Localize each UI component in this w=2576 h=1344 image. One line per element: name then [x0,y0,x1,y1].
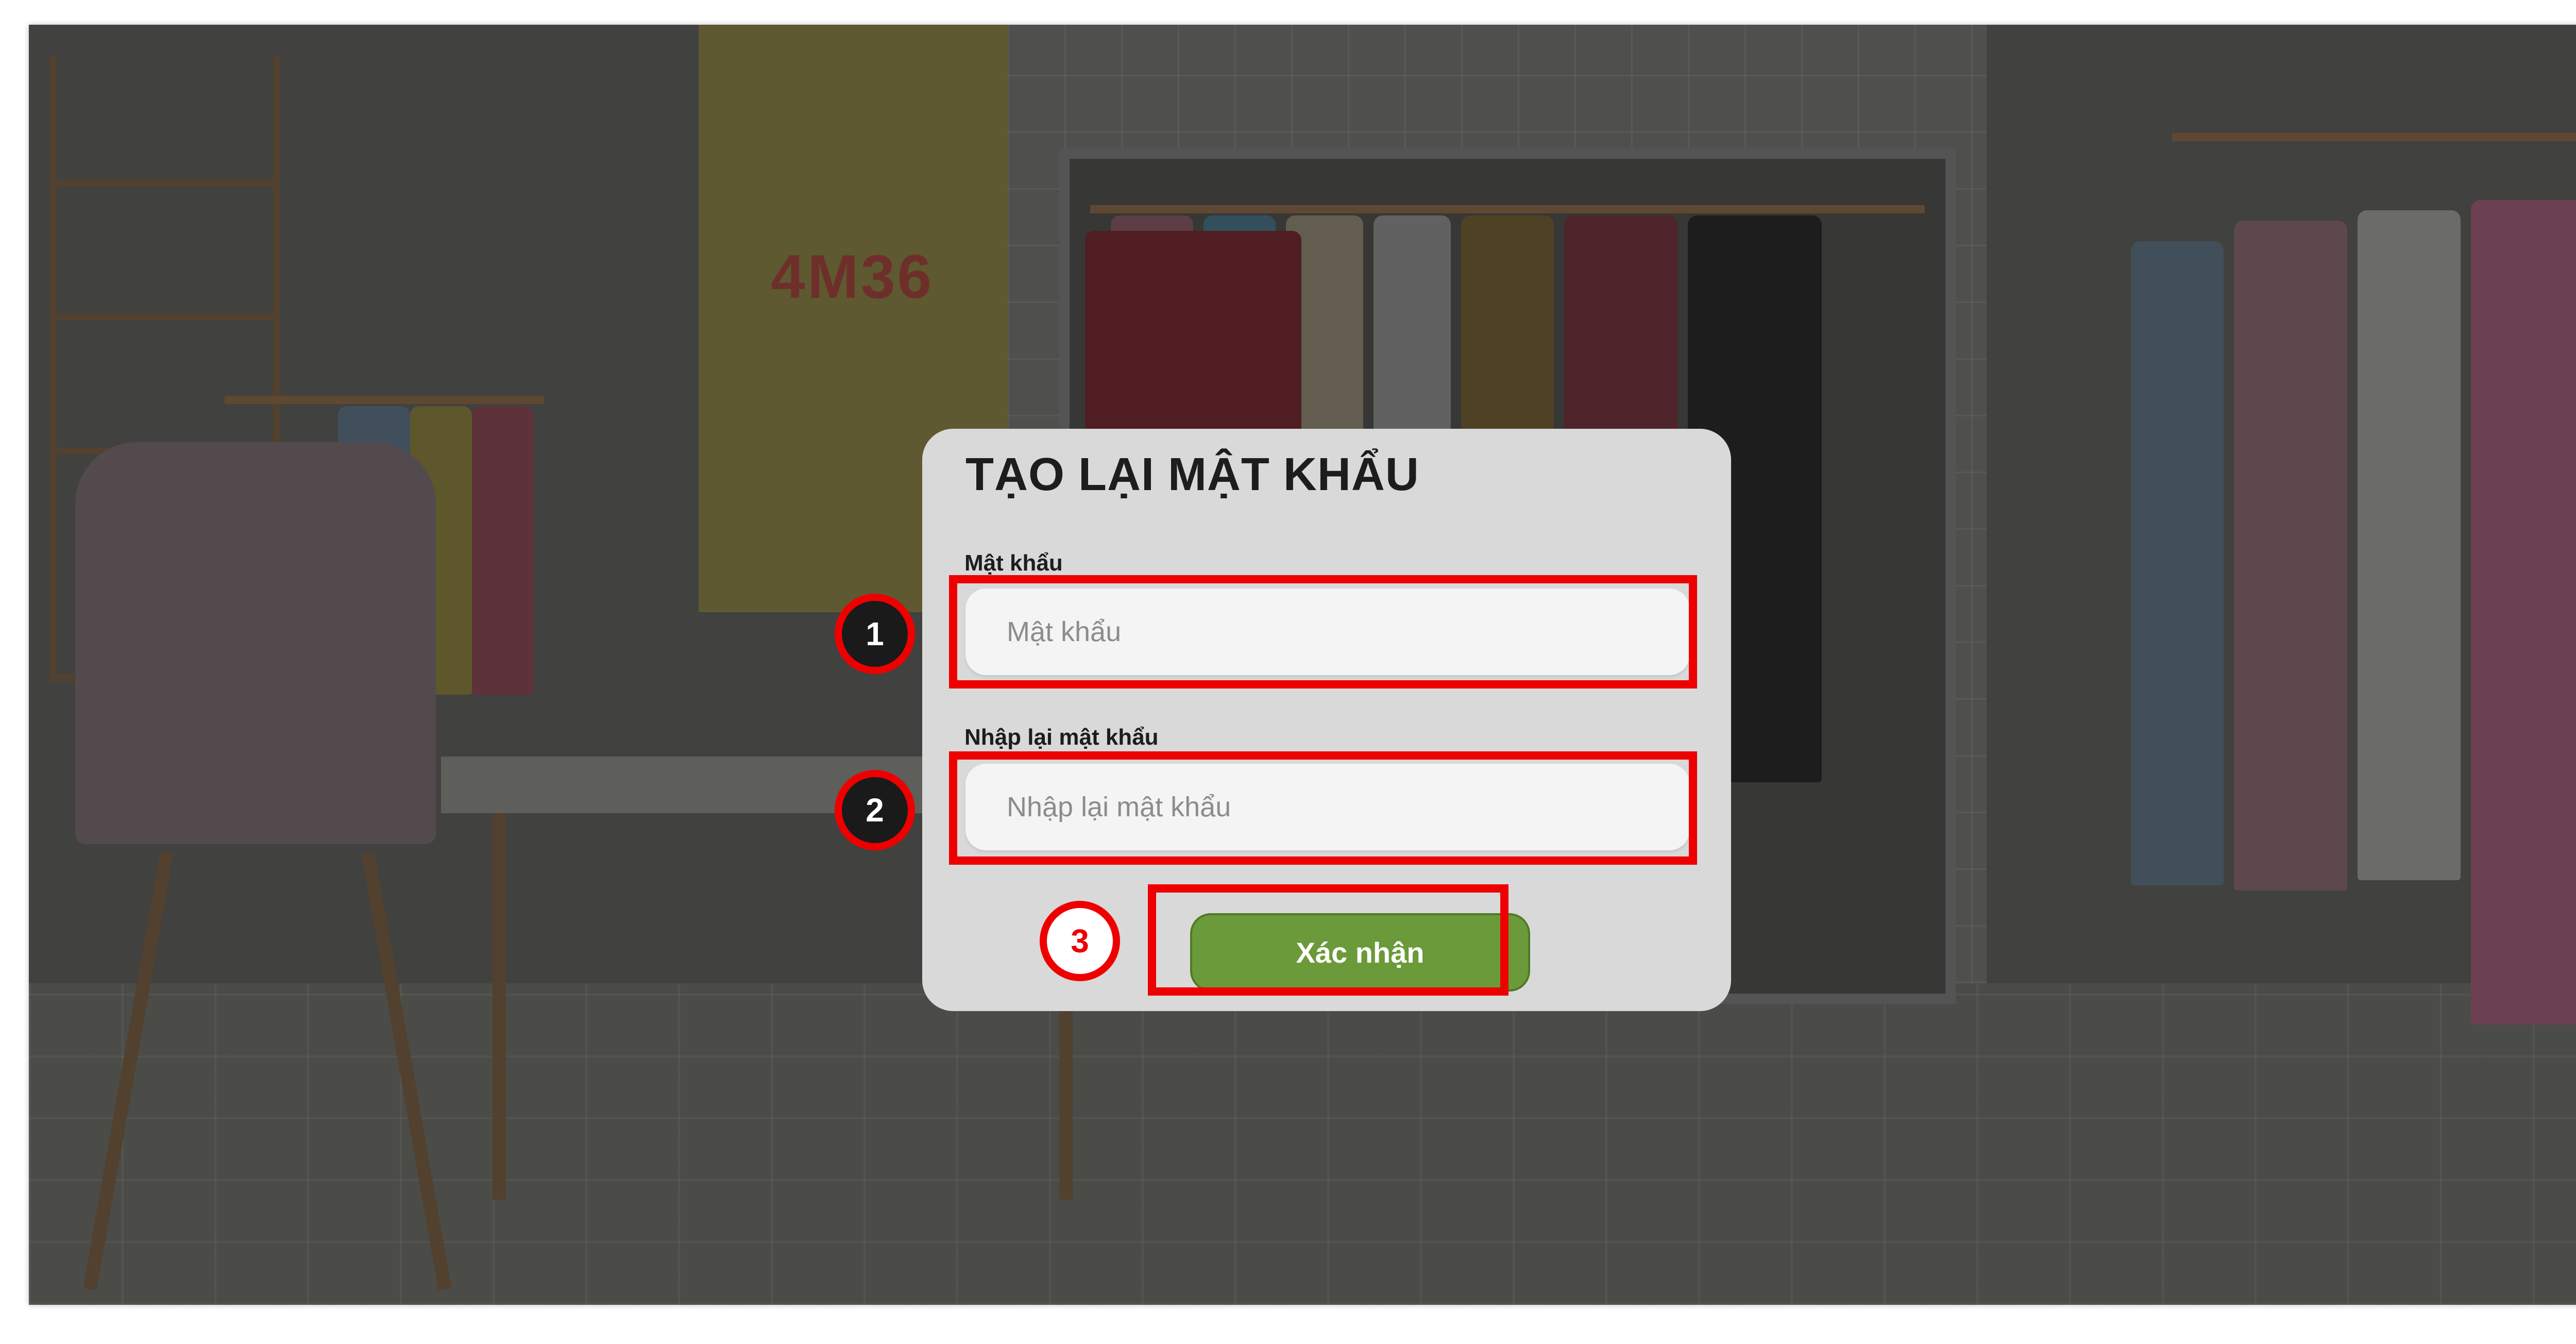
confirm-password-label: Nhập lại mật khẩu [964,725,1159,750]
screen-frame: 4M36 TẠO LẠI MẬT KHẨU Mật khẩu Nhập lại … [29,25,2576,1305]
step-marker-2: 2 [835,770,915,850]
highlight-box-confirm-button [1148,884,1509,996]
highlight-box-password [949,575,1697,688]
password-label: Mật khẩu [964,550,1063,576]
highlight-box-confirm-password [949,751,1697,865]
step-marker-1: 1 [835,594,915,674]
step-marker-3: 3 [1040,901,1120,981]
dialog-title: TẠO LẠI MẬT KHẨU [965,449,1419,500]
